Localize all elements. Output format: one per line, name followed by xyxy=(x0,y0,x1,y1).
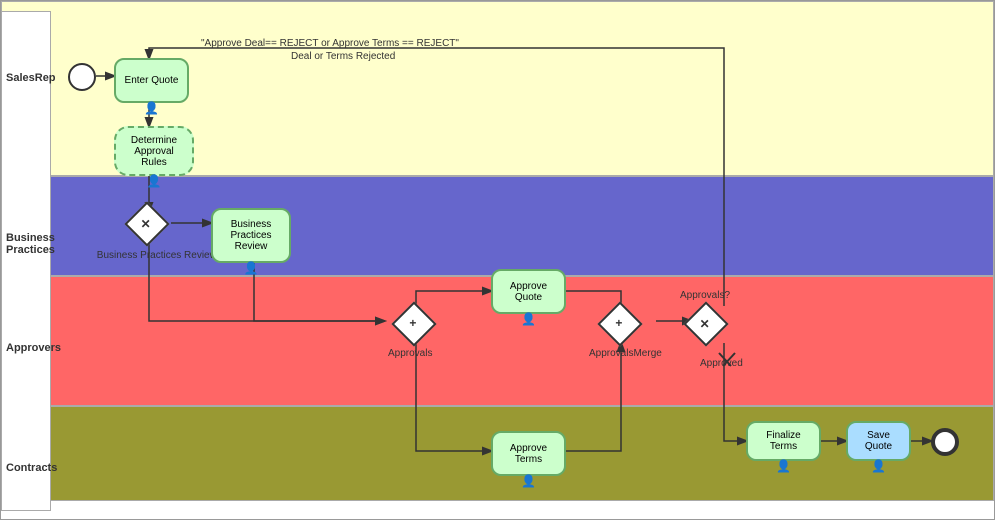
approve-quote-task[interactable]: Approve Quote 👤 xyxy=(491,269,566,314)
person-icon-approve-quote: 👤 xyxy=(521,312,536,326)
label-contracts: Contracts xyxy=(6,462,57,474)
approvals-question-label: Approvals? xyxy=(680,290,730,301)
person-icon-save: 👤 xyxy=(871,459,886,473)
enter-quote-task[interactable]: Enter Quote 👤 xyxy=(114,58,189,103)
start-event[interactable] xyxy=(68,63,96,91)
finalize-terms-task[interactable]: Finalize Terms 👤 xyxy=(746,421,821,461)
biz-practices-review-label: Business Practices Review ? xyxy=(91,250,231,261)
bpmn-diagram: SalesRep BusinessPractices Approvers Con… xyxy=(0,0,995,520)
person-icon-determine: 👤 xyxy=(147,174,162,188)
label-bizpractices: BusinessPractices xyxy=(6,232,55,256)
biz-practices-review-task[interactable]: Business Practices Review 👤 xyxy=(211,208,291,263)
end-event[interactable] xyxy=(931,428,959,456)
approvals-merge-label: ApprovalsMerge xyxy=(589,348,662,359)
approvals-label: Approvals xyxy=(388,348,432,359)
label-salesrep: SalesRep xyxy=(6,72,56,84)
lane-outer: SalesRep BusinessPractices Approvers Con… xyxy=(1,11,51,511)
person-icon-enter-quote: 👤 xyxy=(144,101,159,115)
approved-label: Approved xyxy=(700,358,743,369)
person-icon-finalize: 👤 xyxy=(776,459,791,473)
reject-condition-annotation: "Approve Deal== REJECT or Approve Terms … xyxy=(201,38,459,49)
determine-approval-task[interactable]: Determine Approval Rules 👤 xyxy=(114,126,194,176)
deal-rejected-annotation: Deal or Terms Rejected xyxy=(291,51,395,62)
label-approvers: Approvers xyxy=(6,342,61,354)
approve-terms-task[interactable]: Approve Terms 👤 xyxy=(491,431,566,476)
person-icon-approve-terms: 👤 xyxy=(521,474,536,488)
person-icon-biz: 👤 xyxy=(244,261,259,275)
save-quote-task[interactable]: Save Quote 👤 xyxy=(846,421,911,461)
